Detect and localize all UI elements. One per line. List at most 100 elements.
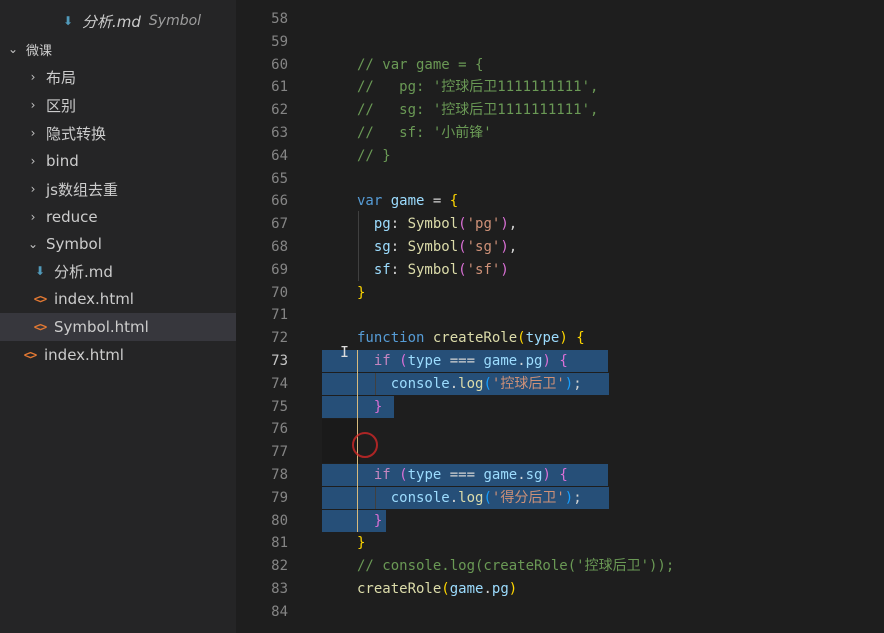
tree-folder-weike[interactable]: ⌄ 微课 [0,35,236,63]
code-line[interactable]: 70} [236,282,884,304]
code-line[interactable]: 69 sf: Symbol('sf') [236,259,884,281]
chevron-right-icon: › [30,154,36,168]
tree-folder-label: js数组去重 [46,180,118,199]
line-number: 79 [271,489,288,506]
text-cursor-icon: I [340,343,350,361]
tree-item-label: 分析.md [82,12,141,31]
tree-file-item[interactable]: <> index.html [0,285,236,313]
line-number: 62 [271,102,288,119]
code-text: if (type === game.sg) { [357,464,568,486]
line-number: 84 [271,603,288,620]
code-token: type [525,330,560,347]
code-token: } [373,512,383,529]
chevron-right-icon: › [30,126,36,140]
tree-folder-item[interactable]: › 隐式转换 [0,119,236,147]
line-number: 69 [271,261,288,278]
code-line[interactable]: 80 } [236,510,884,532]
code-line[interactable]: 66 var game = { [236,190,884,212]
code-line[interactable]: 78 if (type === game.sg) { [236,464,884,486]
chevron-right-icon: › [30,210,36,224]
tree-folder-label: 隐式转换 [46,124,107,143]
code-line[interactable]: 64 // } [236,145,884,167]
code-token: { [449,193,459,210]
code-text: sf: Symbol('sf') [357,259,509,281]
code-token: sf [373,261,391,278]
code-token: ) [559,330,568,347]
code-token: game [483,353,518,369]
code-line[interactable]: 72 function createRole(type) { [236,327,884,349]
line-number: 81 [271,535,288,552]
line-number: 58 [271,11,288,27]
line-number: 78 [271,467,288,483]
code-line[interactable]: 71 [236,304,884,326]
code-text: function createRole(type) { [357,327,585,349]
click-indicator-circle [352,432,378,458]
code-token: ( [458,239,467,255]
code-token: Symbol [407,239,459,255]
code-token: 'sg' [466,239,501,255]
code-line[interactable]: 83 createRole(game.pg) [236,578,884,600]
line-number: 73 [271,353,288,369]
code-line[interactable]: 74 console.log('控球后卫'); [236,373,884,395]
code-token: // var game = { [357,56,484,73]
tree-folder-symbol[interactable]: ⌄ Symbol [0,230,236,258]
tree-folder-label: bind [46,152,79,170]
line-number: 64 [271,147,288,164]
code-line[interactable]: 76 [236,418,884,440]
code-line[interactable]: 79 console.log('得分后卫'); [236,487,884,509]
code-token: { [559,353,568,369]
tree-folder-item[interactable]: › bind [0,147,236,175]
code-token: Symbol [407,261,459,278]
code-line[interactable]: 68 sg: Symbol('sg'), [236,236,884,258]
code-text: } [357,396,382,418]
code-token: : [390,216,408,233]
tree-file-label: 分析.md [54,262,113,281]
code-token: === [441,467,484,483]
code-line[interactable]: 82 // console.log(createRole('控球后卫')); [236,555,884,577]
tree-item-top-md[interactable]: ⬇ 分析.md Symbol [0,7,236,35]
code-line[interactable]: 60 // var game = { [236,54,884,76]
tree-folder-item[interactable]: › js数组去重 [0,175,236,203]
tree-folder-item[interactable]: › reduce [0,203,236,231]
code-token: ) [564,375,574,392]
code-token: sg [525,467,543,483]
code-token: } [373,398,383,415]
code-line[interactable]: 59 [236,31,884,53]
code-line[interactable]: 58 [236,8,884,30]
code-line[interactable]: 67 pg: Symbol('pg'), [236,213,884,235]
code-token: { [559,467,568,483]
code-line[interactable]: 63 // sf: '小前锋' [236,122,884,144]
code-line[interactable]: 81} [236,532,884,554]
tree-file-item[interactable]: <> index.html [0,341,236,369]
code-line[interactable]: 84 [236,601,884,623]
code-editor[interactable]: 58 59 60 // var game = {61 // pg: '控球后卫11111… [236,0,884,633]
tree-file-item-selected[interactable]: <> Symbol.html [0,313,236,341]
code-token: : [390,261,408,278]
code-line[interactable]: 65 [236,168,884,190]
chevron-right-icon: › [30,182,36,196]
tree-file-item[interactable]: ⬇ 分析.md [0,257,236,285]
code-token: if [373,467,391,483]
code-line[interactable]: 75 } [236,396,884,418]
code-text: } [357,532,365,554]
code-token: 'pg' [466,216,501,233]
code-token: ( [399,353,408,369]
code-token: '得分后卫' [491,489,565,506]
tree-folder-item[interactable]: › 区别 [0,91,236,119]
tree-folder-item[interactable]: › 布局 [0,63,236,91]
code-text: // } [357,145,391,167]
line-number: 80 [271,512,288,529]
chevron-right-icon: › [30,98,36,112]
code-line[interactable]: 61 // pg: '控球后卫1111111111', [236,76,884,98]
code-line[interactable]: 77 [236,441,884,463]
code-token: log [458,489,484,506]
tree-folder-label: 微课 [26,43,53,59]
code-token: ( [399,467,408,483]
code-line[interactable]: 62 // sg: '控球后卫1111111111', [236,99,884,121]
code-line[interactable]: 73 if (type === game.pg) { [236,350,884,372]
chevron-right-icon: › [30,70,36,84]
chevron-down-icon: ⌄ [7,42,19,56]
